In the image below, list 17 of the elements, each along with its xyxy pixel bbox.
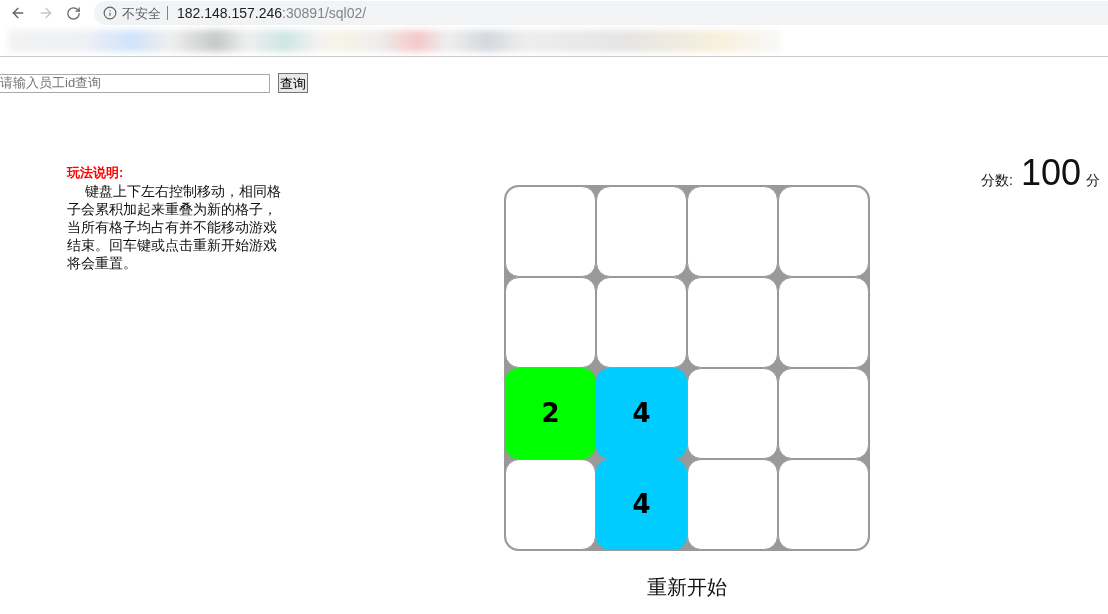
number-tile: 2 bbox=[505, 368, 596, 459]
address-bar[interactable]: 不安全 182.148.157.246:30891/sql02/ bbox=[94, 1, 1108, 25]
url-text: 182.148.157.246:30891/sql02/ bbox=[177, 6, 367, 20]
back-icon[interactable] bbox=[10, 5, 26, 21]
number-tile: 4 bbox=[596, 459, 687, 550]
restart-button[interactable]: 重新开始 bbox=[647, 573, 727, 601]
number-tile: 4 bbox=[596, 368, 687, 459]
instructions-text: 键盘上下左右控制移动，相同格子会累积加起来重叠为新的格子，当所有格子均占有并不能移动游戏结束。回车键或点击重新开始游戏将会重置。 bbox=[67, 182, 282, 272]
score-unit: 分 bbox=[1086, 171, 1100, 190]
search-field[interactable]: 请输入员工id查询 bbox=[0, 73, 270, 93]
search-button[interactable]: 查询 bbox=[278, 73, 308, 93]
info-icon[interactable] bbox=[103, 6, 117, 20]
instructions-title: 玩法说明: bbox=[67, 164, 125, 182]
score-label: 分数: bbox=[981, 171, 1013, 190]
reload-icon[interactable] bbox=[66, 5, 81, 21]
security-label: 不安全 bbox=[122, 6, 161, 20]
score-value: 100 bbox=[1020, 155, 1081, 191]
